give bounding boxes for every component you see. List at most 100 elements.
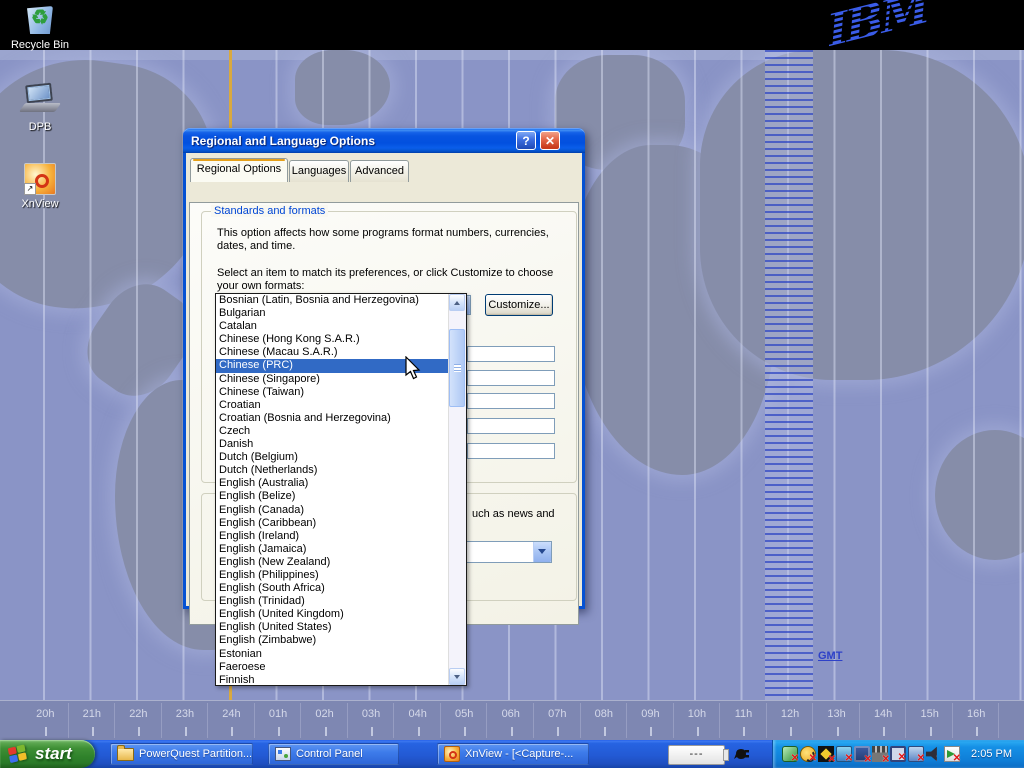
- timezone-label: 04h: [394, 701, 441, 740]
- timezone-label: 15h: [906, 701, 953, 740]
- top-band: IBM: [0, 0, 1024, 50]
- language-list-item[interactable]: English (Canada): [216, 504, 449, 517]
- icon-label: Recycle Bin: [7, 39, 73, 51]
- ac-power-plug-icon: [733, 745, 751, 763]
- thinkpad-fn-icon[interactable]: [800, 746, 816, 762]
- close-button[interactable]: ✕: [540, 131, 560, 150]
- sample-field[interactable]: [467, 443, 555, 459]
- sample-field[interactable]: [467, 370, 555, 386]
- language-list-item[interactable]: Dutch (Belgium): [216, 451, 449, 464]
- timezone-label: 03h: [348, 701, 395, 740]
- icon-label: DPB: [7, 121, 73, 133]
- language-list-item[interactable]: English (South Africa): [216, 582, 449, 595]
- language-list-item[interactable]: English (Jamaica): [216, 543, 449, 556]
- tab-regional-options[interactable]: Regional Options: [190, 158, 288, 182]
- language-list-item[interactable]: Croatian: [216, 399, 449, 412]
- scrollbar-thumb[interactable]: [449, 329, 465, 407]
- scroll-down-icon[interactable]: [449, 668, 465, 685]
- access-connections-icon[interactable]: [818, 746, 834, 762]
- timezone-label: 02h: [301, 701, 348, 740]
- language-list-item[interactable]: English (United Kingdom): [216, 608, 449, 621]
- customize-button[interactable]: Customize...: [485, 294, 553, 316]
- folder-icon: [117, 748, 134, 761]
- battery-meter-nub: [723, 749, 729, 761]
- scroll-up-icon[interactable]: [449, 294, 465, 311]
- display-disabled-icon[interactable]: [890, 746, 906, 762]
- timezone-label: 07h: [534, 701, 581, 740]
- language-list: Bosnian (Latin, Bosnia and Herzegovina)B…: [216, 294, 466, 686]
- sample-field[interactable]: [467, 418, 555, 434]
- language-list-item[interactable]: Bosnian (Latin, Bosnia and Herzegovina): [216, 294, 449, 307]
- eject-hardware-icon[interactable]: [782, 746, 798, 762]
- language-list-item[interactable]: English (United States): [216, 621, 449, 634]
- group-title: Standards and formats: [211, 205, 328, 217]
- location-text-fragment: uch as news and: [472, 508, 572, 521]
- tab-languages[interactable]: Languages: [289, 160, 349, 182]
- tray-icons: [782, 746, 960, 762]
- language-list-item[interactable]: English (Caribbean): [216, 517, 449, 530]
- desktop-icon-dpb[interactable]: DPB: [7, 84, 73, 133]
- timezone-scale: 20h21h22h23h24h01h02h03h04h05h06h07h08h0…: [0, 700, 1024, 740]
- language-list-item[interactable]: English (Ireland): [216, 530, 449, 543]
- language-list-item[interactable]: Bulgarian: [216, 307, 449, 320]
- wifi-disabled-icon[interactable]: [908, 746, 924, 762]
- start-button[interactable]: start: [0, 740, 95, 768]
- recycle-bin-icon: ♻: [23, 2, 57, 36]
- volume-icon[interactable]: [926, 746, 942, 762]
- timezone-label: 09h: [627, 701, 674, 740]
- language-list-item[interactable]: Chinese (Taiwan): [216, 386, 449, 399]
- language-list-item[interactable]: Chinese (Hong Kong S.A.R.): [216, 333, 449, 346]
- language-list-item[interactable]: Czech: [216, 425, 449, 438]
- battery-meter: ---: [668, 745, 725, 765]
- taskbar-window-button[interactable]: Control Panel: [268, 743, 399, 765]
- timezone-label: 06h: [487, 701, 534, 740]
- timezone-label: 21h: [69, 701, 116, 740]
- language-list-item[interactable]: Catalan: [216, 320, 449, 333]
- timezone-label: 13h: [813, 701, 860, 740]
- system-tray: 2:05 PM: [772, 740, 1024, 768]
- language-dropdown-popup: Bosnian (Latin, Bosnia and Herzegovina)B…: [215, 293, 467, 686]
- dialog-title: Regional and Language Options: [183, 134, 375, 148]
- desktop-icon-recycle-bin[interactable]: ♻ Recycle Bin: [7, 2, 73, 51]
- chevron-down-icon[interactable]: [533, 542, 551, 562]
- timezone-label: 01h: [255, 701, 302, 740]
- language-list-item[interactable]: English (Australia): [216, 477, 449, 490]
- language-list-item[interactable]: Faeroese: [216, 661, 449, 674]
- dialog-title-bar[interactable]: Regional and Language Options ? ✕: [183, 128, 585, 153]
- taskbar-window-button[interactable]: PowerQuest Partition...: [110, 743, 253, 765]
- timezone-label: 14h: [860, 701, 907, 740]
- language-list-item[interactable]: Dutch (Netherlands): [216, 464, 449, 477]
- network-places-icon[interactable]: [854, 746, 870, 762]
- tab-advanced[interactable]: Advanced: [350, 160, 409, 182]
- taskbar: start PowerQuest Partition... Control Pa…: [0, 740, 1024, 768]
- help-button[interactable]: ?: [516, 131, 536, 150]
- language-list-item[interactable]: Croatian (Bosnia and Herzegovina): [216, 412, 449, 425]
- start-label: start: [35, 744, 72, 764]
- language-list-item[interactable]: English (New Zealand): [216, 556, 449, 569]
- language-list-item[interactable]: English (Belize): [216, 490, 449, 503]
- wireless-disabled-icon[interactable]: [836, 746, 852, 762]
- taskbar-window-button[interactable]: XnView - [<Capture-...: [437, 743, 589, 765]
- language-list-item[interactable]: English (Zimbabwe): [216, 634, 449, 647]
- language-list-item[interactable]: English (Trinidad): [216, 595, 449, 608]
- windows-flag-icon: [8, 743, 29, 764]
- desktop-icon-xnview[interactable]: ↗ XnView: [7, 163, 73, 210]
- language-list-item[interactable]: Estonian: [216, 648, 449, 661]
- timezone-label: 10h: [674, 701, 721, 740]
- sample-field[interactable]: [467, 393, 555, 409]
- timezone-label: 12h: [767, 701, 814, 740]
- timezone-label: 20h: [22, 701, 69, 740]
- language-list-item[interactable]: Danish: [216, 438, 449, 451]
- xnview-icon: [444, 746, 460, 762]
- ibm-logo: IBM: [825, 0, 930, 58]
- sample-field[interactable]: [467, 346, 555, 362]
- list-scrollbar[interactable]: [448, 294, 466, 685]
- timezone-label: 05h: [441, 701, 488, 740]
- signal-disabled-icon[interactable]: [872, 746, 888, 762]
- location-combobox[interactable]: [464, 541, 552, 563]
- battery-status-icon[interactable]: [944, 746, 960, 762]
- timezone-label: 16h: [953, 701, 1000, 740]
- timezone-label: 23h: [162, 701, 209, 740]
- language-list-item[interactable]: Finnish: [216, 674, 449, 686]
- language-list-item[interactable]: English (Philippines): [216, 569, 449, 582]
